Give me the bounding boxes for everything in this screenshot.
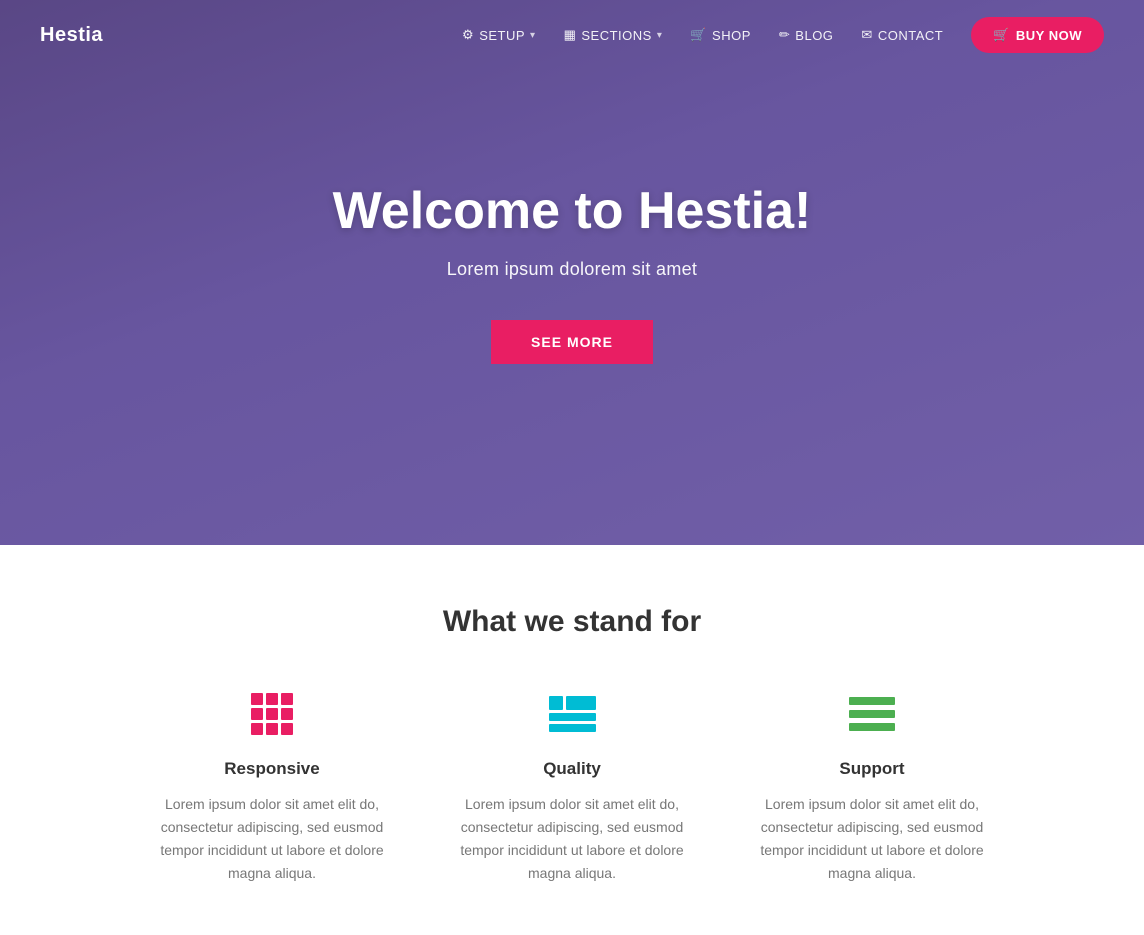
- feature-support: Support Lorem ipsum dolor sit amet elit …: [722, 689, 1022, 885]
- contact-icon: ✉: [861, 27, 872, 43]
- responsive-desc: Lorem ipsum dolor sit amet elit do, cons…: [152, 793, 392, 885]
- hero-title: Welcome to Hestia!: [333, 181, 812, 241]
- nav-setup[interactable]: ⚙ SETUP ▾: [462, 27, 536, 43]
- responsive-icon: [251, 689, 293, 739]
- buy-now-button[interactable]: 🛒 BUY NOW: [971, 17, 1104, 53]
- nav-shop[interactable]: 🛒 SHOP: [690, 27, 751, 43]
- blog-icon: ✏: [779, 27, 790, 43]
- see-more-button[interactable]: SEE MORE: [491, 320, 653, 364]
- navbar: Hestia ⚙ SETUP ▾ ▦ SECTIONS ▾ 🛒 SHOP ✏ B…: [0, 0, 1144, 70]
- support-title: Support: [839, 759, 904, 779]
- table-icon: [549, 696, 596, 732]
- hero-content: Welcome to Hestia! Lorem ipsum dolorem s…: [333, 181, 812, 364]
- quality-title: Quality: [543, 759, 601, 779]
- hero-section: Welcome to Hestia! Lorem ipsum dolorem s…: [0, 0, 1144, 545]
- nav-blog[interactable]: ✏ BLOG: [779, 27, 834, 43]
- features-grid: Responsive Lorem ipsum dolor sit amet el…: [122, 689, 1022, 885]
- setup-icon: ⚙: [462, 27, 474, 43]
- grid-icon: [251, 693, 293, 735]
- support-desc: Lorem ipsum dolor sit amet elit do, cons…: [752, 793, 992, 885]
- chevron-down-icon: ▾: [530, 30, 536, 41]
- support-icon: [849, 689, 895, 739]
- hero-subtitle: Lorem ipsum dolorem sit amet: [333, 259, 812, 280]
- sections-icon: ▦: [564, 27, 577, 43]
- lines-icon: [849, 697, 895, 731]
- quality-desc: Lorem ipsum dolor sit amet elit do, cons…: [452, 793, 692, 885]
- nav-contact[interactable]: ✉ CONTACT: [861, 27, 943, 43]
- shop-icon: 🛒: [690, 27, 707, 43]
- feature-quality: Quality Lorem ipsum dolor sit amet elit …: [422, 689, 722, 885]
- features-title: What we stand for: [40, 605, 1104, 639]
- features-section: What we stand for Responsive Lorem ipsum…: [0, 545, 1144, 935]
- chevron-down-icon: ▾: [657, 30, 663, 41]
- nav-sections[interactable]: ▦ SECTIONS ▾: [564, 27, 663, 43]
- quality-icon: [549, 689, 596, 739]
- brand-logo[interactable]: Hestia: [40, 24, 103, 47]
- feature-responsive: Responsive Lorem ipsum dolor sit amet el…: [122, 689, 422, 885]
- nav-links: ⚙ SETUP ▾ ▦ SECTIONS ▾ 🛒 SHOP ✏ BLOG ✉ C…: [462, 17, 1104, 53]
- responsive-title: Responsive: [224, 759, 319, 779]
- cart-icon: 🛒: [993, 27, 1010, 43]
